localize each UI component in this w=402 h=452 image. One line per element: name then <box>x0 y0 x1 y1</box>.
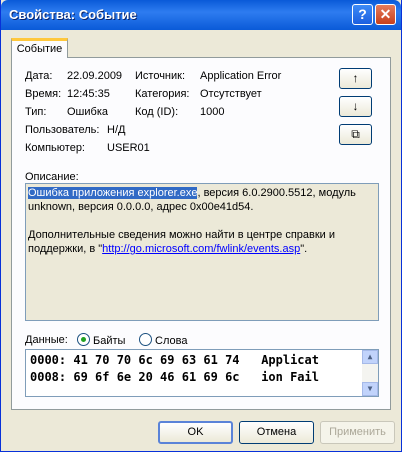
data-label: Данные: <box>25 334 68 346</box>
words-radio-label: Слова <box>155 335 188 347</box>
hex-line: 0008: 69 6f 6e 20 46 61 69 6c ion Fail <box>30 370 319 384</box>
copy-button[interactable]: ⧉ <box>339 124 372 145</box>
ok-button[interactable]: OK <box>158 421 233 444</box>
scroll-up-icon[interactable]: ▲ <box>362 350 378 364</box>
next-event-button[interactable]: ↓ <box>339 96 372 117</box>
description-highlight: Ошибка приложения explorer.exe <box>28 187 198 199</box>
title-bar[interactable]: Свойства: Событие ? ✕ <box>1 0 401 30</box>
previous-event-button[interactable]: ↑ <box>339 68 372 89</box>
category-value: Отсутствует <box>200 88 262 100</box>
tab-event[interactable]: Событие <box>11 38 68 58</box>
source-label: Источник: <box>135 70 186 82</box>
type-label: Тип: <box>25 106 47 118</box>
help-button[interactable]: ? <box>352 4 373 25</box>
user-label: Пользователь: <box>25 124 100 136</box>
copy-icon: ⧉ <box>351 127 360 141</box>
eventid-label: Код (ID): <box>135 106 179 118</box>
radio-selected-icon <box>77 333 90 346</box>
words-radio[interactable]: Слова <box>139 333 187 347</box>
computer-value: USER01 <box>107 142 150 154</box>
cancel-button[interactable]: Отмена <box>239 421 314 444</box>
date-value: 22.09.2009 <box>67 70 123 82</box>
user-value: Н/Д <box>107 124 126 136</box>
type-value: Ошибка <box>67 106 108 118</box>
arrow-down-icon: ↓ <box>352 99 359 113</box>
computer-label: Компьютер: <box>25 142 85 154</box>
vertical-scrollbar[interactable]: ▲ ▼ <box>362 350 378 396</box>
bytes-radio[interactable]: Байты <box>77 333 125 347</box>
events-help-link[interactable]: http://go.microsoft.com/fwlink/events.as… <box>102 243 300 255</box>
description-label: Описание: <box>25 171 79 183</box>
time-value: 12:45:35 <box>67 88 110 100</box>
source-value: Application Error <box>200 70 282 82</box>
hex-line: 0000: 41 70 70 6c 69 63 61 74 Applicat <box>30 353 319 367</box>
window-title: Свойства: Событие <box>9 7 137 22</box>
description-para2-end: ". <box>300 243 308 255</box>
arrow-up-icon: ↑ <box>352 71 359 85</box>
eventid-value: 1000 <box>200 106 225 118</box>
bytes-radio-label: Байты <box>93 335 126 347</box>
event-properties-window: Свойства: Событие ? ✕ Событие Дата: 22.0… <box>0 0 402 452</box>
description-textbox[interactable]: Ошибка приложения explorer.exe, версия 6… <box>25 183 379 321</box>
radio-unselected-icon <box>139 333 152 346</box>
category-label: Категория: <box>135 88 190 100</box>
data-hex-view[interactable]: 0000: 41 70 70 6c 69 63 61 74 Applicat 00… <box>25 349 379 397</box>
time-label: Время: <box>25 88 62 100</box>
apply-button[interactable]: Применить <box>320 421 395 444</box>
date-label: Дата: <box>25 70 53 82</box>
scroll-down-icon[interactable]: ▼ <box>362 382 378 396</box>
close-button[interactable]: ✕ <box>375 4 396 25</box>
